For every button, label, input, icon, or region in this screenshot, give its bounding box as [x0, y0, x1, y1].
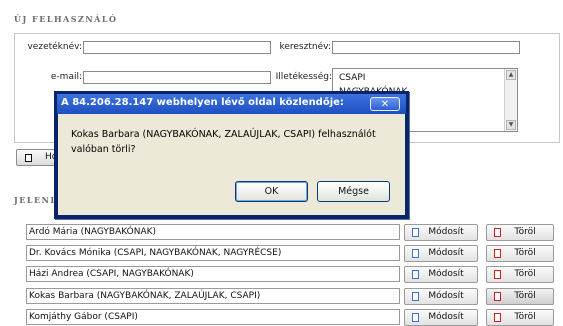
- modify-button[interactable]: Módosít: [404, 266, 478, 283]
- delete-button[interactable]: Töröl: [486, 224, 554, 241]
- user-name: Komjáthy Gábor (CSAPI): [26, 309, 400, 325]
- modify-button[interactable]: Módosít: [404, 309, 478, 326]
- delete-button-label: Töröl: [514, 291, 536, 301]
- ok-button[interactable]: OK: [235, 181, 308, 202]
- user-name: Ardó Mária (NAGYBAKÓNAK): [26, 224, 400, 240]
- delete-button[interactable]: Töröl: [486, 309, 554, 326]
- dialog-message: Kokas Barbara (NAGYBAKÓNAK, ZALAÚJLAK, C…: [71, 129, 376, 155]
- firstname-label: keresztnév:: [279, 42, 331, 52]
- cancel-button[interactable]: Mégse: [317, 181, 390, 202]
- dialog-title-bar[interactable]: A 84.206.28.147 webhelyen lévő oldal köz…: [57, 94, 406, 114]
- firstname-input[interactable]: [332, 41, 520, 54]
- close-icon[interactable]: ✕: [370, 97, 400, 111]
- dialog-body: Kokas Barbara (NAGYBAKÓNAK, ZALAÚJLAK, C…: [58, 114, 405, 215]
- modify-button[interactable]: Módosít: [404, 224, 478, 241]
- user-name: Kokas Barbara (NAGYBAKÓNAK, ZALAÚJLAK, C…: [26, 288, 400, 304]
- current-users-section-title: JELENL: [14, 195, 58, 205]
- modify-button[interactable]: Módosít: [404, 245, 478, 262]
- delete-button[interactable]: Töröl: [486, 245, 554, 262]
- delete-button[interactable]: Töröl: [486, 288, 554, 305]
- modify-button-label: Módosít: [428, 269, 464, 279]
- user-name: Dr. Kovács Mónika (CSAPI, NAGYBAKÓNAK, N…: [26, 245, 400, 261]
- jurisdiction-label: Illetékesség:: [275, 72, 332, 82]
- modify-button[interactable]: Módosít: [404, 288, 478, 305]
- listbox-scrollbar[interactable]: ▲ ▼: [504, 69, 517, 131]
- modify-button-label: Módosít: [428, 312, 464, 322]
- dialog-title: A 84.206.28.147 webhelyen lévő oldal köz…: [61, 97, 344, 108]
- add-icon: [25, 154, 32, 162]
- email-label: e-mail:: [50, 72, 82, 82]
- user-name: Házi Andrea (CSAPI, NAGYBAKÓNAK): [26, 266, 400, 282]
- delete-button-label: Töröl: [514, 269, 536, 279]
- modify-button-label: Módosít: [428, 227, 464, 237]
- jurisdiction-option[interactable]: CSAPI: [339, 73, 365, 83]
- modify-button-label: Módosít: [428, 291, 464, 301]
- scroll-up-icon[interactable]: ▲: [506, 70, 516, 80]
- delete-button-label: Töröl: [514, 227, 536, 237]
- modify-button-label: Módosít: [428, 248, 464, 258]
- new-user-section-title: ÚJ FELHASZNÁLÓ: [14, 14, 118, 24]
- delete-button-label: Töröl: [514, 248, 536, 258]
- lastname-input[interactable]: [83, 41, 271, 54]
- delete-button[interactable]: Töröl: [486, 266, 554, 283]
- confirm-dialog: A 84.206.28.147 webhelyen lévő oldal köz…: [54, 91, 409, 219]
- delete-button-label: Töröl: [514, 312, 536, 322]
- lastname-label: vezetéknév:: [27, 42, 82, 52]
- email-input[interactable]: [83, 71, 271, 84]
- scroll-down-icon[interactable]: ▼: [506, 120, 516, 130]
